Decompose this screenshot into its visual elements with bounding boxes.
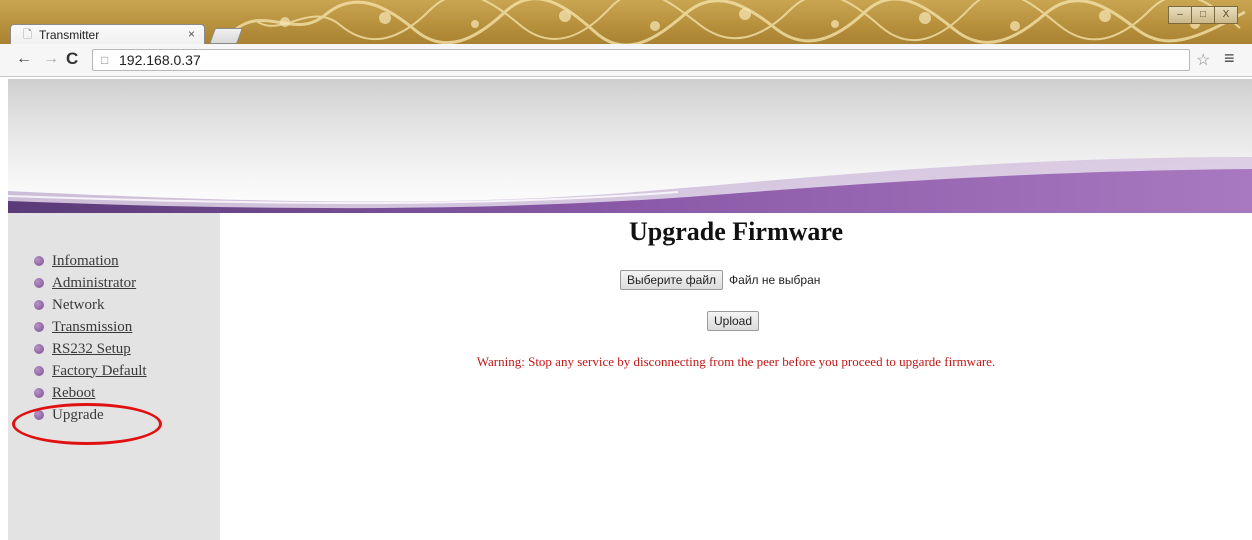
bullet-icon	[34, 278, 44, 288]
address-bar[interactable]: □ 192.168.0.37	[92, 49, 1190, 71]
sidebar-nav: Infomation Administrator Network Transmi…	[34, 250, 147, 426]
choose-file-button[interactable]: Выберите файл	[620, 270, 724, 290]
sidebar-item-network[interactable]: Network	[34, 294, 147, 316]
banner-wave	[8, 157, 1252, 213]
tab-close-icon[interactable]: ×	[188, 27, 195, 41]
sidebar-item-label[interactable]: Network	[52, 297, 105, 314]
sidebar-item-label[interactable]: Transmission	[52, 319, 132, 336]
address-url[interactable]: 192.168.0.37	[119, 52, 201, 68]
sidebar-item-administrator[interactable]: Administrator	[34, 272, 147, 294]
bullet-icon	[34, 344, 44, 354]
page-icon: □	[101, 53, 109, 67]
sidebar-item-infomation[interactable]: Infomation	[34, 250, 147, 272]
sidebar-item-label[interactable]: RS232 Setup	[52, 341, 131, 358]
maximize-button[interactable]: □	[1191, 6, 1215, 24]
sidebar-item-rs232-setup[interactable]: RS232 Setup	[34, 338, 147, 360]
sidebar-item-reboot[interactable]: Reboot	[34, 382, 147, 404]
sidebar-item-label[interactable]: Reboot	[52, 385, 95, 402]
minimize-button[interactable]: –	[1168, 6, 1192, 24]
sidebar: Infomation Administrator Network Transmi…	[8, 213, 220, 540]
bullet-icon	[34, 388, 44, 398]
bullet-icon	[34, 410, 44, 420]
warning-text: Warning: Stop any service by disconnecti…	[476, 354, 996, 369]
titlebar-ornament	[234, 0, 1246, 44]
new-tab-button[interactable]	[209, 28, 243, 44]
page-favicon-icon: 🗋	[23, 29, 32, 41]
sidebar-item-label[interactable]: Upgrade	[52, 407, 104, 424]
window-controls: – □ X	[1168, 6, 1238, 24]
sidebar-item-label[interactable]: Infomation	[52, 253, 119, 270]
web-page: Infomation Administrator Network Transmi…	[0, 77, 1252, 540]
close-window-button[interactable]: X	[1214, 6, 1238, 24]
sidebar-item-label[interactable]: Administrator	[52, 275, 136, 292]
back-arrow-icon[interactable]: ←	[16, 50, 32, 68]
bullet-icon	[34, 322, 44, 332]
browser-toolbar: ← → C □ 192.168.0.37 ☆ ≡	[0, 44, 1252, 77]
file-input-row: Выберите файл Файл не выбран	[620, 270, 820, 290]
sidebar-item-label[interactable]: Factory Default	[52, 363, 147, 380]
main-content: Upgrade Firmware Выберите файл Файл не в…	[220, 213, 1252, 540]
bullet-icon	[34, 366, 44, 376]
upload-button[interactable]: Upload	[707, 311, 760, 331]
bookmark-star-icon[interactable]: ☆	[1196, 50, 1210, 70]
header-banner	[8, 79, 1252, 213]
menu-icon[interactable]: ≡	[1224, 48, 1235, 69]
file-status-text: Файл не выбран	[729, 273, 821, 287]
bullet-icon	[34, 300, 44, 310]
bullet-icon	[34, 256, 44, 266]
browser-tab[interactable]: 🗋 Transmitter ×	[10, 24, 205, 44]
tab-title: Transmitter	[39, 28, 100, 42]
page-title: Upgrade Firmware	[629, 217, 843, 246]
sidebar-item-transmission[interactable]: Transmission	[34, 316, 147, 338]
sidebar-item-upgrade[interactable]: Upgrade	[34, 404, 147, 426]
forward-arrow-icon[interactable]: →	[43, 50, 59, 68]
reload-icon[interactable]: C	[66, 50, 78, 68]
sidebar-item-factory-default[interactable]: Factory Default	[34, 360, 147, 382]
browser-titlebar: 🗋 Transmitter × – □ X	[0, 0, 1252, 44]
